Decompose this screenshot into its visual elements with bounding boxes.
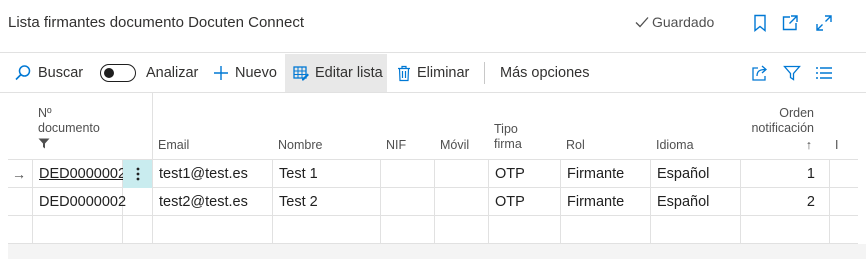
header-doc-no-line1: Nº <box>38 106 52 120</box>
cell-email[interactable]: test2@test.es <box>159 188 248 216</box>
edit-grid-icon <box>293 66 309 81</box>
list-view-icon[interactable] <box>814 63 834 83</box>
more-vertical-icon <box>136 167 139 181</box>
analyze-label: Analizar <box>146 65 199 81</box>
column-header-sign-type[interactable]: Tipo firma <box>494 122 522 152</box>
column-header-email[interactable]: Email <box>158 138 189 153</box>
share-icon[interactable] <box>750 63 770 83</box>
cell-role[interactable]: Firmante <box>567 160 624 188</box>
saved-status: Guardado <box>634 14 714 30</box>
edit-list-label: Editar lista <box>315 65 383 81</box>
row-actions-menu[interactable] <box>123 160 152 188</box>
column-header-truncated[interactable]: I <box>835 138 838 153</box>
cell-sign-type[interactable]: OTP <box>495 188 525 216</box>
bookmark-icon[interactable] <box>750 13 770 33</box>
header-doc-no-line2: documento <box>38 121 100 135</box>
cell-doc-no[interactable]: DED0000002 <box>39 160 126 188</box>
row-indicator-arrow: → <box>12 166 26 182</box>
search-label: Buscar <box>38 65 84 81</box>
delete-button[interactable]: Eliminar <box>397 54 469 92</box>
check-icon <box>635 17 649 28</box>
open-new-window-icon[interactable] <box>780 13 800 33</box>
cell-email[interactable]: test1@test.es <box>159 160 248 188</box>
column-header-name[interactable]: Nombre <box>278 138 322 153</box>
saved-label: Guardado <box>652 14 715 30</box>
action-bar: Buscar Analizar Nuevo Editar lista Elimi… <box>0 54 866 92</box>
delete-label: Eliminar <box>417 65 470 81</box>
more-options-label: Más opciones <box>500 65 590 81</box>
trash-icon <box>398 65 410 81</box>
cell-doc-no[interactable]: DED0000002 <box>39 188 126 216</box>
expand-icon[interactable] <box>814 13 834 33</box>
header-order-line1: Orden <box>779 106 814 120</box>
header-sign-type-line2: firma <box>494 137 522 151</box>
sort-ascending-icon: ↑ <box>805 138 812 152</box>
column-header-language[interactable]: Idioma <box>656 138 694 153</box>
row-indicator <box>12 188 32 216</box>
search-button[interactable]: Buscar <box>14 54 83 92</box>
cell-order[interactable]: 2 <box>744 188 815 216</box>
filter-icon[interactable] <box>782 63 802 83</box>
column-header-doc-no[interactable]: Nº documento <box>38 106 100 153</box>
column-header-order[interactable]: Orden notificación ↑ <box>744 106 814 153</box>
cell-sign-type[interactable]: OTP <box>495 160 525 188</box>
cell-name[interactable]: Test 2 <box>279 188 318 216</box>
filter-active-icon <box>38 138 50 149</box>
table-row[interactable]: DED0000002 test2@test.es Test 2 OTP Firm… <box>8 188 866 216</box>
cell-language[interactable]: Español <box>657 160 709 188</box>
grid-footer <box>8 244 866 259</box>
new-label: Nuevo <box>235 65 277 81</box>
divider <box>0 92 866 93</box>
cell-role[interactable]: Firmante <box>567 188 624 216</box>
edit-list-button[interactable]: Editar lista <box>285 54 387 92</box>
header-order-line2: notificación <box>751 121 814 135</box>
table-row[interactable]: → DED0000002 test1@test.es Test 1 OTP Fi… <box>8 160 866 188</box>
page-title: Lista firmantes documento Docuten Connec… <box>8 14 304 31</box>
divider <box>0 52 866 53</box>
column-header-role[interactable]: Rol <box>566 138 585 153</box>
header-sign-type-line1: Tipo <box>494 122 518 136</box>
column-header-nif[interactable]: NIF <box>386 138 406 153</box>
search-icon <box>15 65 31 81</box>
plus-icon <box>214 66 228 80</box>
analyze-toggle[interactable]: Analizar <box>100 54 198 92</box>
toggle-switch[interactable] <box>100 64 136 82</box>
column-header-mobile[interactable]: Móvil <box>440 138 469 153</box>
cell-order[interactable]: 1 <box>744 160 815 188</box>
title-bar: Lista firmantes documento Docuten Connec… <box>0 0 866 48</box>
empty-new-row[interactable] <box>8 216 866 244</box>
more-options-button[interactable]: Más opciones <box>500 54 589 92</box>
cell-language[interactable]: Español <box>657 188 709 216</box>
new-button[interactable]: Nuevo <box>213 54 277 92</box>
cell-name[interactable]: Test 1 <box>279 160 318 188</box>
action-separator <box>484 62 485 84</box>
